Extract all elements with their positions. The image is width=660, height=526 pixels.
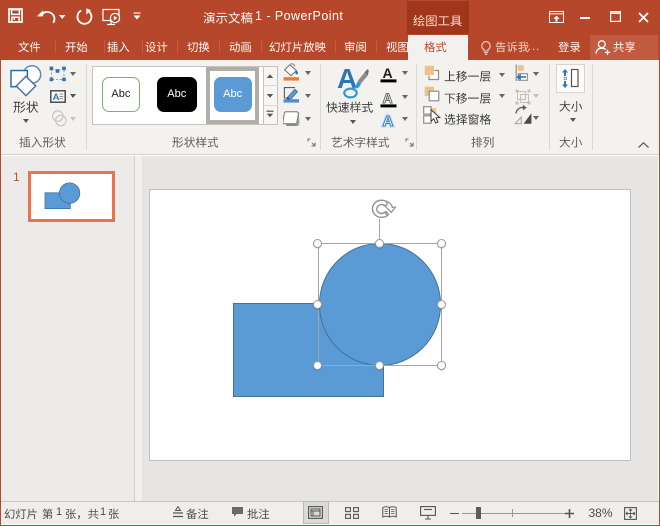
svg-text:A: A: [383, 66, 393, 81]
svg-text:A: A: [383, 113, 394, 129]
svg-text:A: A: [383, 91, 393, 106]
svg-text:A: A: [53, 91, 60, 102]
